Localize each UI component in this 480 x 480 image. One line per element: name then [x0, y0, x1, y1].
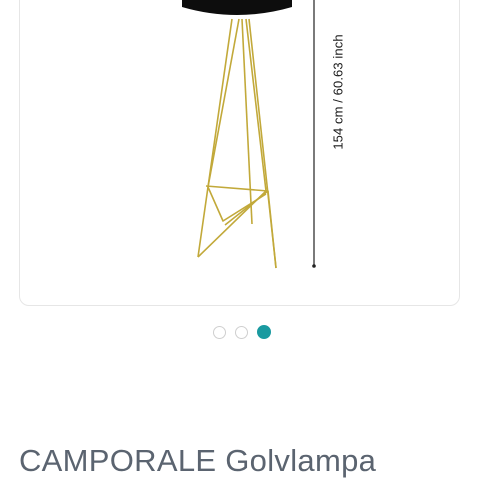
dimension-line-end [312, 264, 316, 268]
lamp-shade [182, 0, 292, 15]
carousel-dot-2[interactable] [235, 325, 248, 339]
carousel-dots [213, 325, 271, 339]
lamp-wire-frame [197, 18, 277, 269]
carousel-dot-3-active[interactable] [257, 325, 271, 339]
product-page: 154 cm / 60.63 inch CAMPORALE Golvlampa [0, 0, 480, 480]
lamp-image [182, 0, 316, 269]
carousel-dot-1[interactable] [213, 325, 226, 339]
product-image-card[interactable]: 154 cm / 60.63 inch [19, 0, 460, 306]
product-title: CAMPORALE Golvlampa [19, 443, 377, 478]
dimension-label: 154 cm / 60.63 inch [330, 34, 346, 150]
